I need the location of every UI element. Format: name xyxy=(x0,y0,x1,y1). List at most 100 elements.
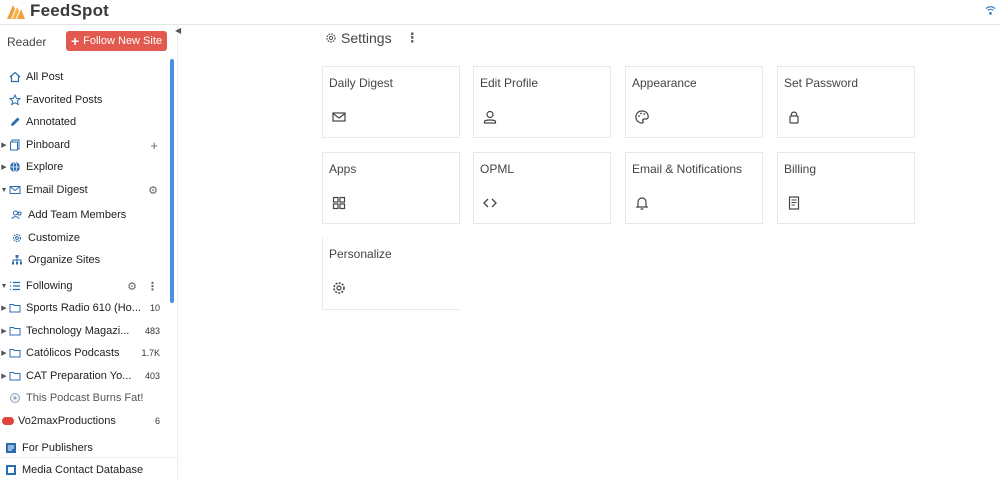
card-label: Appearance xyxy=(632,76,697,90)
folder-icon xyxy=(8,346,22,360)
envelope-icon xyxy=(332,112,346,122)
sidebar-item-favorited-posts[interactable]: Favorited Posts xyxy=(0,90,170,110)
unread-count: 10 xyxy=(149,303,160,313)
globe-icon xyxy=(8,160,22,174)
card-label: Set Password xyxy=(784,76,859,90)
feed-favicon-icon xyxy=(8,391,22,405)
follow-new-site-button[interactable]: + Follow New Site xyxy=(66,31,167,51)
follow-new-site-label: Follow New Site xyxy=(83,35,163,47)
gear-icon xyxy=(10,231,24,245)
feed-favicon-icon xyxy=(2,414,14,428)
folder-label: CAT Preparation Yo... xyxy=(26,370,132,382)
sidebar-item-label: Customize xyxy=(28,232,80,244)
card-appearance[interactable]: Appearance xyxy=(625,66,763,138)
sidebar-item-label: Explore xyxy=(26,161,64,173)
sidebar-item-organize-sites[interactable]: Organize Sites xyxy=(0,250,170,270)
sidebar-item-pinboard[interactable]: ▶ Pinboard + xyxy=(0,135,170,155)
plus-icon: + xyxy=(70,33,80,49)
feed-item[interactable]: Vo2maxProductions 6 xyxy=(0,411,170,431)
feedspot-logo[interactable]: FeedSpot xyxy=(4,1,109,21)
card-billing[interactable]: Billing xyxy=(777,152,915,224)
caret-right-icon[interactable]: ▶ xyxy=(0,163,8,171)
card-daily-digest[interactable]: Daily Digest xyxy=(322,66,460,138)
sidebar-item-email-digest[interactable]: ▼ Email Digest ⚙ xyxy=(0,180,170,200)
sidebar-item-label: Media Contact Database xyxy=(22,464,144,476)
settings-gear-icon xyxy=(326,33,336,43)
sidebar-item-media-contact-database[interactable]: Media Contact Database xyxy=(0,460,170,480)
card-label: OPML xyxy=(480,162,515,176)
folder-label: Católicos Podcasts xyxy=(26,347,120,359)
card-label: Billing xyxy=(784,162,817,176)
card-label: Email & Notifications xyxy=(632,162,743,176)
caret-right-icon[interactable]: ▶ xyxy=(0,304,8,312)
sidebar-item-customize[interactable]: Customize xyxy=(0,228,170,248)
sidebar-item-label: Add Team Members xyxy=(28,209,127,221)
caret-down-icon[interactable]: ▼ xyxy=(0,283,8,290)
folder-item[interactable]: ▶ CAT Preparation Yo... 403 xyxy=(0,366,170,386)
folder-icon xyxy=(8,301,22,315)
sidebar-item-label: For Publishers xyxy=(22,442,93,454)
logo-mark-icon xyxy=(7,5,25,19)
team-icon xyxy=(10,208,24,222)
sidebar-item-label: Following xyxy=(26,280,73,292)
feed-item[interactable]: This Podcast Burns Fat! xyxy=(0,388,170,408)
card-label: Edit Profile xyxy=(480,76,539,90)
sidebar-item-label: All Post xyxy=(26,71,64,83)
card-set-password[interactable]: Set Password xyxy=(777,66,915,138)
folder-icon xyxy=(8,369,22,383)
caret-right-icon[interactable]: ▶ xyxy=(0,327,8,335)
reader-label: Reader xyxy=(7,35,47,49)
add-pinboard-icon[interactable]: + xyxy=(150,138,158,153)
rss-feed-icon[interactable] xyxy=(984,5,997,18)
lock-icon xyxy=(789,111,799,124)
card-personalize[interactable]: Personalize xyxy=(322,238,460,310)
list-icon xyxy=(8,279,22,293)
following-more-icon[interactable]: ⋮ xyxy=(147,280,158,293)
sidebar-item-label: Email Digest xyxy=(26,184,88,196)
feed-label: Vo2maxProductions xyxy=(18,415,116,427)
caret-down-icon[interactable]: ▼ xyxy=(0,187,8,194)
following-gear-icon[interactable]: ⚙ xyxy=(127,280,137,293)
sidebar-item-all-post[interactable]: All Post xyxy=(0,67,170,87)
unread-count: 403 xyxy=(144,371,160,381)
folder-item[interactable]: ▶ Católicos Podcasts 1.7K xyxy=(0,343,170,363)
database-icon xyxy=(4,463,18,477)
sidebar-scrollbar[interactable] xyxy=(170,59,174,303)
settings-header: Settings ⋮ xyxy=(325,30,419,46)
email-digest-gear-icon[interactable]: ⚙ xyxy=(148,184,158,197)
folder-icon xyxy=(8,324,22,338)
grid-icon xyxy=(332,196,346,210)
caret-right-icon[interactable]: ▶ xyxy=(0,141,8,149)
home-icon xyxy=(8,70,22,84)
sidebar-item-label: Favorited Posts xyxy=(26,94,103,106)
folder-item[interactable]: ▶ Sports Radio 610 (Ho... 10 xyxy=(0,298,170,318)
code-icon xyxy=(483,198,497,208)
card-label: Daily Digest xyxy=(329,76,394,90)
settings-more-icon[interactable]: ⋮ xyxy=(406,30,419,46)
unread-count: 6 xyxy=(154,416,160,426)
caret-right-icon[interactable]: ▶ xyxy=(0,372,8,380)
folder-item[interactable]: ▶ Technology Magazi... 483 xyxy=(0,321,170,341)
folder-label: Sports Radio 610 (Ho... xyxy=(26,302,141,314)
sidebar-item-following[interactable]: ▼ Following ⚙ ⋮ xyxy=(0,276,170,296)
unread-count: 1.7K xyxy=(141,348,160,358)
sidebar: Reader + Follow New Site All Post Favori… xyxy=(0,25,178,481)
card-edit-profile[interactable]: Edit Profile xyxy=(473,66,611,138)
card-apps[interactable]: Apps xyxy=(322,152,460,224)
sidebar-item-add-team-members[interactable]: Add Team Members xyxy=(0,205,170,225)
caret-right-icon[interactable]: ▶ xyxy=(0,349,8,357)
card-email-notifications[interactable]: Email & Notifications xyxy=(625,152,763,224)
mail-icon xyxy=(8,183,22,197)
card-label: Personalize xyxy=(329,247,392,261)
gear-icon xyxy=(333,282,345,294)
card-opml[interactable]: OPML xyxy=(473,152,611,224)
sidebar-item-explore[interactable]: ▶ Explore xyxy=(0,157,170,177)
sidebar-item-label: Pinboard xyxy=(26,139,71,151)
card-label: Apps xyxy=(329,162,357,176)
sidebar-item-for-publishers[interactable]: For Publishers xyxy=(0,438,170,458)
palette-icon xyxy=(635,110,649,124)
folder-label: Technology Magazi... xyxy=(26,325,130,337)
collapse-sidebar-icon[interactable]: ◀ xyxy=(175,26,181,35)
sidebar-item-annotated[interactable]: Annotated xyxy=(0,112,170,132)
bell-icon xyxy=(635,197,649,210)
